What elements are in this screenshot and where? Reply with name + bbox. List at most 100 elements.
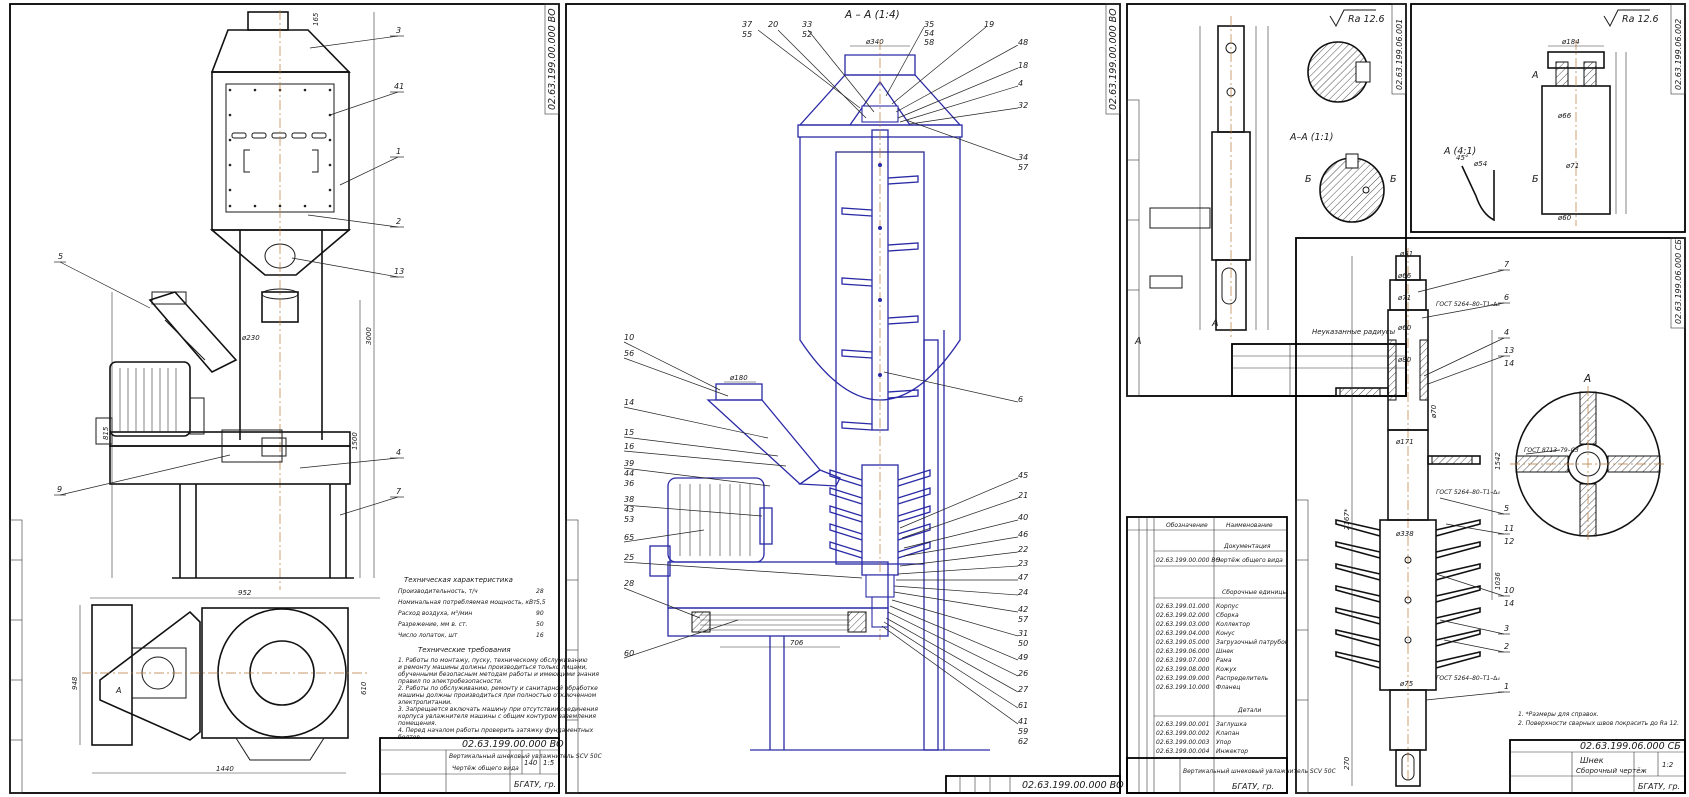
auger-note-2: 2. Поверхности сварных швов покрасить до… [1518, 720, 1679, 727]
spec-row-code: 02.63.199.06.000 [1156, 648, 1210, 655]
auger-dim-d338: ø338 [1395, 530, 1414, 538]
callout: 43 [624, 505, 634, 514]
callout: 2 [1504, 642, 1509, 651]
auger-dim-1036: 1036 [1494, 572, 1502, 590]
sheet-section-code: 02.63.199.00.000 ВО [1108, 8, 1119, 110]
callout: 57 [1018, 163, 1029, 172]
callout: 24 [1018, 588, 1028, 597]
callout: 49 [1018, 653, 1028, 662]
callout: 18 [1018, 61, 1028, 70]
callout: 65 [624, 533, 634, 542]
auger-tb-code: 02.63.199.06.000 СБ [1580, 741, 1681, 752]
spec-row-code: 02.63.199.09.000 [1156, 675, 1210, 682]
general-plan-view: 952 948 1440 А 610 [71, 589, 380, 774]
general-tb-mass: 140 [524, 759, 538, 767]
general-tb-scale: 1:5 [543, 759, 555, 767]
callout: 20 [768, 20, 778, 29]
drawing-svg: 02.63.199.00.000 ВО 815 3000 1500 ø230 1… [9, 3, 1686, 794]
auger-dim-270: 270 [1343, 756, 1351, 770]
sheet-section: 02.63.199.00.000 ВО А – А (1:4) ø340 706… [565, 3, 1124, 794]
callout: 33 [802, 20, 812, 29]
auger-dim-d51: ø51 [1399, 250, 1413, 258]
section-title-block: 02.63.199.00.000 ВО [945, 775, 1124, 794]
general-frame-legs [109, 431, 354, 579]
sleeve-dim-d184: ø184 [1561, 38, 1580, 46]
spec-section-parts: Детали [1237, 707, 1261, 714]
tech-char-value: 50 [536, 621, 544, 628]
auger-tb-doctype: Сборочный чертёж [1576, 767, 1647, 775]
callout: 38 [624, 495, 634, 504]
callout: 11 [1504, 524, 1514, 533]
sheet-shaft: 02.63.199.06.001 Ra 12.6 А–А (1:1) Б Б А… [1126, 3, 1407, 397]
callout: 54 [924, 29, 934, 38]
callout: 59 [1018, 727, 1028, 736]
tech-char-value: 28 [536, 588, 544, 595]
callout: 5 [1504, 504, 1509, 513]
general-title-block: 02.63.199.00.000 ВО Вертикальный шнековы… [379, 737, 603, 794]
callout: 47 [1018, 573, 1029, 582]
dim-1500: 1500 [351, 432, 359, 450]
tech-req-line: помещения. [398, 720, 437, 727]
tech-char-label: Число лопаток, шт [398, 632, 458, 639]
callout-41: 41 [394, 82, 404, 91]
spec-section-doc: Документация [1223, 543, 1271, 550]
callout: 26 [1018, 669, 1028, 678]
callout: 36 [624, 479, 634, 488]
spec-row-name: Фланец [1216, 684, 1240, 691]
general-dims: 815 3000 1500 ø230 165 [102, 12, 375, 578]
callout: 40 [1018, 513, 1028, 522]
dim-d230: ø230 [241, 334, 260, 342]
callout: 50 [1018, 639, 1028, 648]
sleeve-dim-d54: ø54 [1473, 160, 1487, 168]
callout: 16 [624, 442, 634, 451]
section-tb-code: 02.63.199.00.000 ВО [1022, 780, 1124, 791]
callout: 22 [1018, 545, 1028, 554]
sheet-sleeve-code: 02.63.199.06.002 [1674, 19, 1683, 90]
callout: 48 [1018, 38, 1028, 47]
callout: 35 [924, 20, 934, 29]
sleeve-dim-d66: ø66 [1557, 112, 1572, 120]
spec-row-code: 02.63.199.00.001 [1156, 721, 1209, 728]
auger-dim-d70: ø70 [1430, 404, 1438, 419]
auger-view-a-label: А [1583, 373, 1591, 385]
auger-gost-view: ГОСТ 8713–79–С3 [1524, 447, 1579, 454]
callout-1: 1 [396, 147, 401, 156]
spec-row-name: Коллектор [1216, 621, 1250, 628]
callout-5: 5 [58, 252, 63, 261]
tech-req-line: 3. Запрещается включать машину при отсут… [398, 706, 598, 713]
callout-4: 4 [396, 448, 401, 457]
auger-view-a: А ГОСТ 8713–79–С3 [1510, 373, 1666, 542]
callout: 45 [1018, 471, 1028, 480]
dim-165: 165 [312, 12, 320, 26]
auger-dim-d71: ø71 [1397, 294, 1411, 302]
sleeve-dim-d60: ø60 [1557, 214, 1572, 222]
auger-gost-label: ГОСТ 5264–80–Т1–∆₄ [1436, 301, 1500, 308]
spec-row-name: Сборка [1216, 612, 1239, 619]
sleeve-dim-angle: 45° [1456, 154, 1468, 162]
callout: 61 [1018, 701, 1028, 710]
sheet-auger-frame [1295, 237, 1686, 794]
sleeve-view-a-mark: А [1531, 70, 1539, 81]
callout: 10 [1504, 586, 1514, 595]
spec-assembly-rows: 02.63.199.01.000 Корпус 02.63.199.02.000… [1156, 603, 1289, 691]
callout: 53 [624, 515, 634, 524]
auger-dim-d80: ø80 [1397, 356, 1412, 364]
shaft-drawing [1149, 16, 1269, 340]
spec-col-code: Обозначение [1166, 522, 1208, 529]
callout-7: 7 [396, 487, 402, 496]
auger-title-block: 02.63.199.06.000 СБ Шнек Сборочный чертё… [1509, 739, 1686, 794]
tech-char-label: Разрежение, мм в. ст. [398, 621, 468, 628]
spec-row-name: Заглушка [1216, 721, 1247, 728]
sleeve-dim-d71: ø71 [1565, 162, 1579, 170]
callout: 4 [1504, 328, 1509, 337]
spec-row-code: 02.63.199.07.000 [1156, 657, 1210, 664]
callout: 41 [1018, 717, 1028, 726]
spec-row-name: Кожух [1216, 666, 1237, 673]
section-vessel: ø340 [797, 38, 963, 751]
tech-req-title: Технические требования [418, 646, 511, 654]
section-dim-706: 706 [790, 639, 804, 647]
tech-req-line: электропитании. [398, 699, 452, 706]
dim-610: 610 [360, 681, 368, 695]
tech-req-line: 1. Работы по монтажу, пуску, техническом… [398, 657, 588, 664]
shaft-section-b-left: Б [1305, 174, 1312, 185]
